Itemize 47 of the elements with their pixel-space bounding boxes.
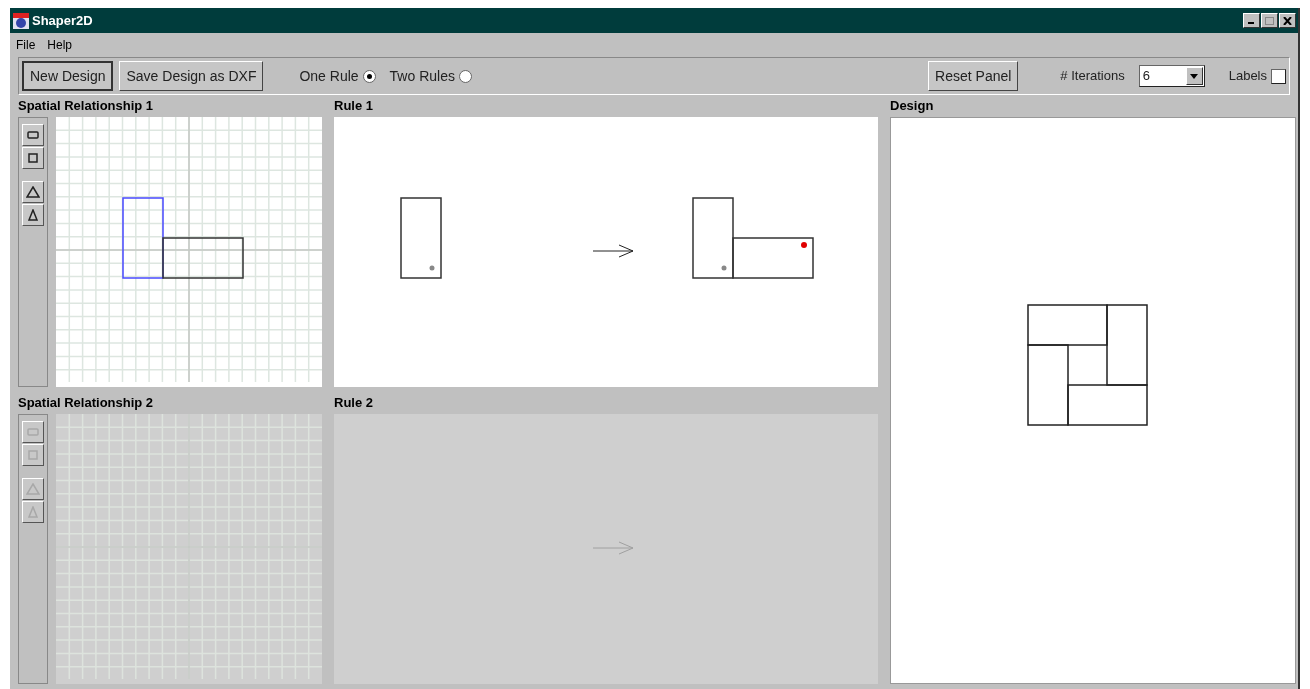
rectangle-tool-button[interactable] bbox=[22, 421, 44, 443]
iterations-label: # Iterations bbox=[1060, 67, 1125, 86]
labels-checkbox[interactable]: Labels bbox=[1228, 66, 1286, 86]
radio-button[interactable] bbox=[362, 69, 376, 83]
iterations-dropdown[interactable]: 6 bbox=[1138, 65, 1205, 87]
toolbar-button[interactable]: New Design bbox=[22, 61, 114, 91]
radio-option[interactable]: Two Rules bbox=[389, 65, 472, 87]
narrow-triangle-tool-button[interactable] bbox=[22, 204, 44, 226]
label-dot bbox=[721, 265, 727, 271]
maximize-icon bbox=[1265, 16, 1274, 25]
arrow-icon bbox=[592, 541, 634, 555]
arrow-icon bbox=[592, 244, 634, 258]
triangle-icon bbox=[26, 186, 40, 198]
radio-button[interactable] bbox=[458, 69, 472, 83]
triangle-icon bbox=[26, 483, 40, 495]
radio-option[interactable]: One Rule bbox=[299, 65, 376, 87]
label-dot bbox=[429, 265, 435, 271]
toolbar-button[interactable]: Save Design as DXF bbox=[119, 61, 264, 91]
close-button[interactable] bbox=[1279, 13, 1296, 28]
narrow-triangle-tool-button[interactable] bbox=[22, 501, 44, 523]
rectangle-tool-button[interactable] bbox=[22, 124, 44, 146]
triangle-tool-button[interactable] bbox=[22, 181, 44, 203]
panel-title: Spatial Relationship 1 bbox=[18, 97, 155, 116]
menu-item[interactable]: Help bbox=[47, 36, 73, 54]
reset-panel-button[interactable]: Reset Panel bbox=[928, 61, 1019, 91]
close-icon bbox=[1283, 16, 1292, 25]
narrow-triangle-icon bbox=[28, 506, 38, 518]
square-tool-button[interactable] bbox=[22, 147, 44, 169]
panel-title: Design bbox=[890, 97, 935, 116]
square-icon bbox=[28, 153, 38, 163]
window-title: Shaper2D bbox=[32, 11, 93, 30]
panel-title: Rule 2 bbox=[334, 394, 374, 413]
checkbox[interactable] bbox=[1271, 68, 1286, 84]
square-tool-button[interactable] bbox=[22, 444, 44, 466]
menu-item[interactable]: File bbox=[16, 36, 36, 54]
narrow-triangle-icon bbox=[28, 209, 38, 221]
square-icon bbox=[28, 450, 38, 460]
triangle-tool-button[interactable] bbox=[22, 478, 44, 500]
dropdown-arrow-icon bbox=[1190, 73, 1199, 79]
panel-title: Spatial Relationship 2 bbox=[18, 394, 155, 413]
minimize-button[interactable] bbox=[1243, 13, 1260, 28]
rectangle-icon bbox=[27, 131, 39, 139]
app-logo-icon bbox=[12, 11, 30, 30]
rectangle-icon bbox=[27, 428, 39, 436]
panel-title: Rule 1 bbox=[334, 97, 374, 116]
maximize-button[interactable] bbox=[1261, 13, 1278, 28]
label-dot bbox=[801, 242, 807, 248]
